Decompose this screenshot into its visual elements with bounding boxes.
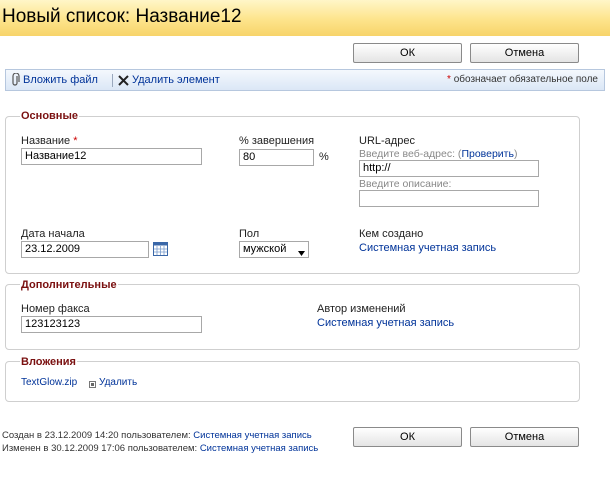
paperclip-icon: [11, 72, 20, 90]
attach-file-link[interactable]: Вложить файл: [23, 74, 98, 86]
cancel-button-bottom[interactable]: Отмена: [470, 427, 579, 447]
fax-input[interactable]: 123123123: [21, 316, 202, 333]
page-title: Новый список: Название12: [2, 6, 242, 27]
start-date-input[interactable]: 23.12.2009: [21, 241, 149, 258]
gender-select-value: мужской: [243, 243, 287, 255]
attachments-section-title: Вложения: [20, 356, 77, 368]
url-label: URL-адрес: [359, 135, 415, 147]
title-bar: Новый список: Название12: [0, 0, 610, 36]
dropdown-arrow-icon: [298, 247, 305, 260]
toolbar-separator: [112, 74, 113, 87]
attachment-file-link[interactable]: TextGlow.zip: [21, 377, 77, 388]
description-input[interactable]: [359, 190, 539, 207]
remove-square-icon: [89, 379, 96, 391]
created-by-link[interactable]: Системная учетная запись: [359, 242, 496, 254]
calendar-icon[interactable]: [153, 242, 168, 259]
fax-label: Номер факса: [21, 303, 90, 315]
main-section-title: Основные: [20, 110, 79, 122]
percent-unit: %: [319, 151, 329, 163]
modified-by-link[interactable]: Системная учетная запись: [317, 317, 454, 329]
required-note: * обозначает обязательное поле: [447, 74, 598, 85]
additional-section-title: Дополнительные: [20, 279, 118, 291]
percent-label: % завершения: [239, 135, 315, 147]
created-user-link[interactable]: Системная учетная запись: [193, 430, 311, 441]
modified-by-label: Автор изменений: [317, 303, 406, 315]
ok-button-top[interactable]: ОК: [353, 43, 462, 63]
percent-input[interactable]: 80: [239, 149, 314, 166]
required-note-text: обозначает обязательное поле: [450, 74, 598, 85]
url-input[interactable]: http://: [359, 160, 539, 177]
created-info: Создан в 23.12.2009 14:20 пользователем:…: [2, 430, 312, 441]
delete-attachment-link[interactable]: Удалить: [99, 377, 137, 388]
toolbar: Вложить файл Удалить элемент * обозначае…: [5, 69, 605, 91]
start-date-label: Дата начала: [21, 228, 85, 240]
check-url-link[interactable]: Проверить: [461, 148, 514, 160]
name-label: Название *: [21, 135, 78, 147]
description-hint: Введите описание:: [359, 178, 452, 190]
name-input[interactable]: Название12: [21, 148, 202, 165]
gender-label: Пол: [239, 228, 260, 240]
cancel-button-top[interactable]: Отмена: [470, 43, 579, 63]
delete-x-icon: [118, 75, 129, 89]
ok-button-bottom[interactable]: ОК: [353, 427, 462, 447]
modified-user-link[interactable]: Системная учетная запись: [200, 443, 318, 454]
created-by-label: Кем создано: [359, 228, 424, 240]
modified-info: Изменен в 30.12.2009 17:06 пользователем…: [2, 443, 319, 454]
gender-select[interactable]: мужской: [239, 241, 309, 258]
delete-item-link[interactable]: Удалить элемент: [132, 74, 220, 86]
url-hint: Введите веб-адрес: (Проверить): [359, 148, 518, 160]
